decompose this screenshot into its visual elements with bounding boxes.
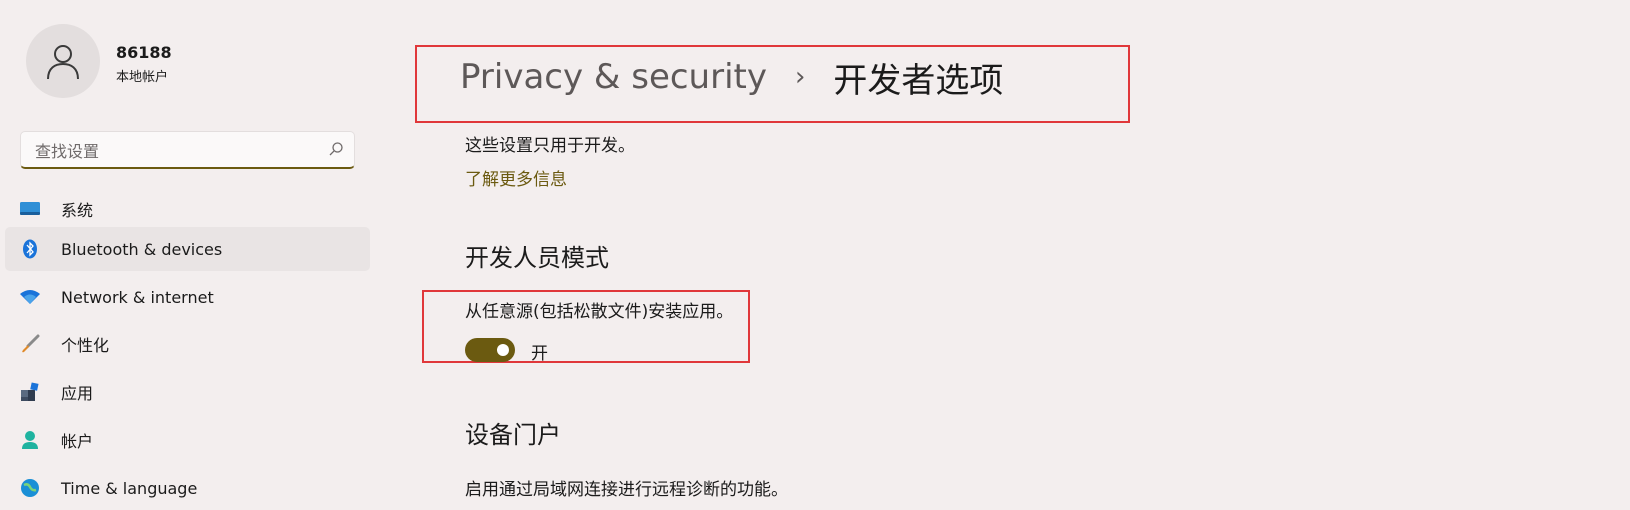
developer-mode-description: 从任意源(包括松散文件)安装应用。 [465,302,734,322]
nav-item-bluetooth-devices[interactable]: Bluetooth & devices [5,227,370,271]
bluetooth-icon [19,238,41,260]
nav-label: Bluetooth & devices [61,239,223,259]
toggle-state-label: 开 [531,344,548,364]
device-portal-title: 设备门户 [465,421,561,449]
wifi-icon [19,286,41,308]
system-icon [19,198,41,220]
brush-icon [19,333,41,355]
search-box[interactable] [20,131,355,169]
device-portal-description: 启用通过局域网连接进行远程诊断的功能。 [465,480,788,500]
globe-icon [19,477,41,499]
user-icon [47,45,79,80]
sidebar: 86188 本地帐户 系统 Bluetooth & devices [0,0,380,509]
nav-item-personalization[interactable]: 个性化 [5,322,370,366]
nav-item-accounts[interactable]: 帐户 [5,418,370,462]
search-icon[interactable] [328,141,344,157]
nav-label: 个性化 [61,336,110,355]
nav-item-apps[interactable]: 应用 [5,370,370,414]
developer-mode-title: 开发人员模式 [465,244,609,272]
toggle-knob [497,344,509,356]
chevron-right-icon: › [794,62,806,92]
page-description: 这些设置只用于开发。 [465,136,635,156]
user-name: 86188 [116,43,172,62]
search-input[interactable] [33,140,317,162]
apps-icon [19,381,41,403]
nav-label: 帐户 [61,432,94,451]
nav-item-time-language[interactable]: Time & language [5,466,370,510]
developer-mode-toggle[interactable] [465,338,515,362]
account-icon [19,429,41,451]
nav-label: 系统 [61,201,94,220]
nav-item-system[interactable]: 系统 [5,187,370,231]
breadcrumb-parent-link[interactable]: Privacy & security [460,57,767,97]
page-title: 开发者选项 [833,60,1004,101]
nav-label: 应用 [61,384,94,403]
nav-label: Network & internet [61,287,214,307]
learn-more-link[interactable]: 了解更多信息 [465,165,567,190]
nav-label: Time & language [61,478,198,498]
nav-item-network-internet[interactable]: Network & internet [5,275,370,319]
breadcrumb: Privacy & security › 开发者选项 [460,52,1003,102]
avatar[interactable] [26,24,100,98]
account-type: 本地帐户 [116,70,169,85]
